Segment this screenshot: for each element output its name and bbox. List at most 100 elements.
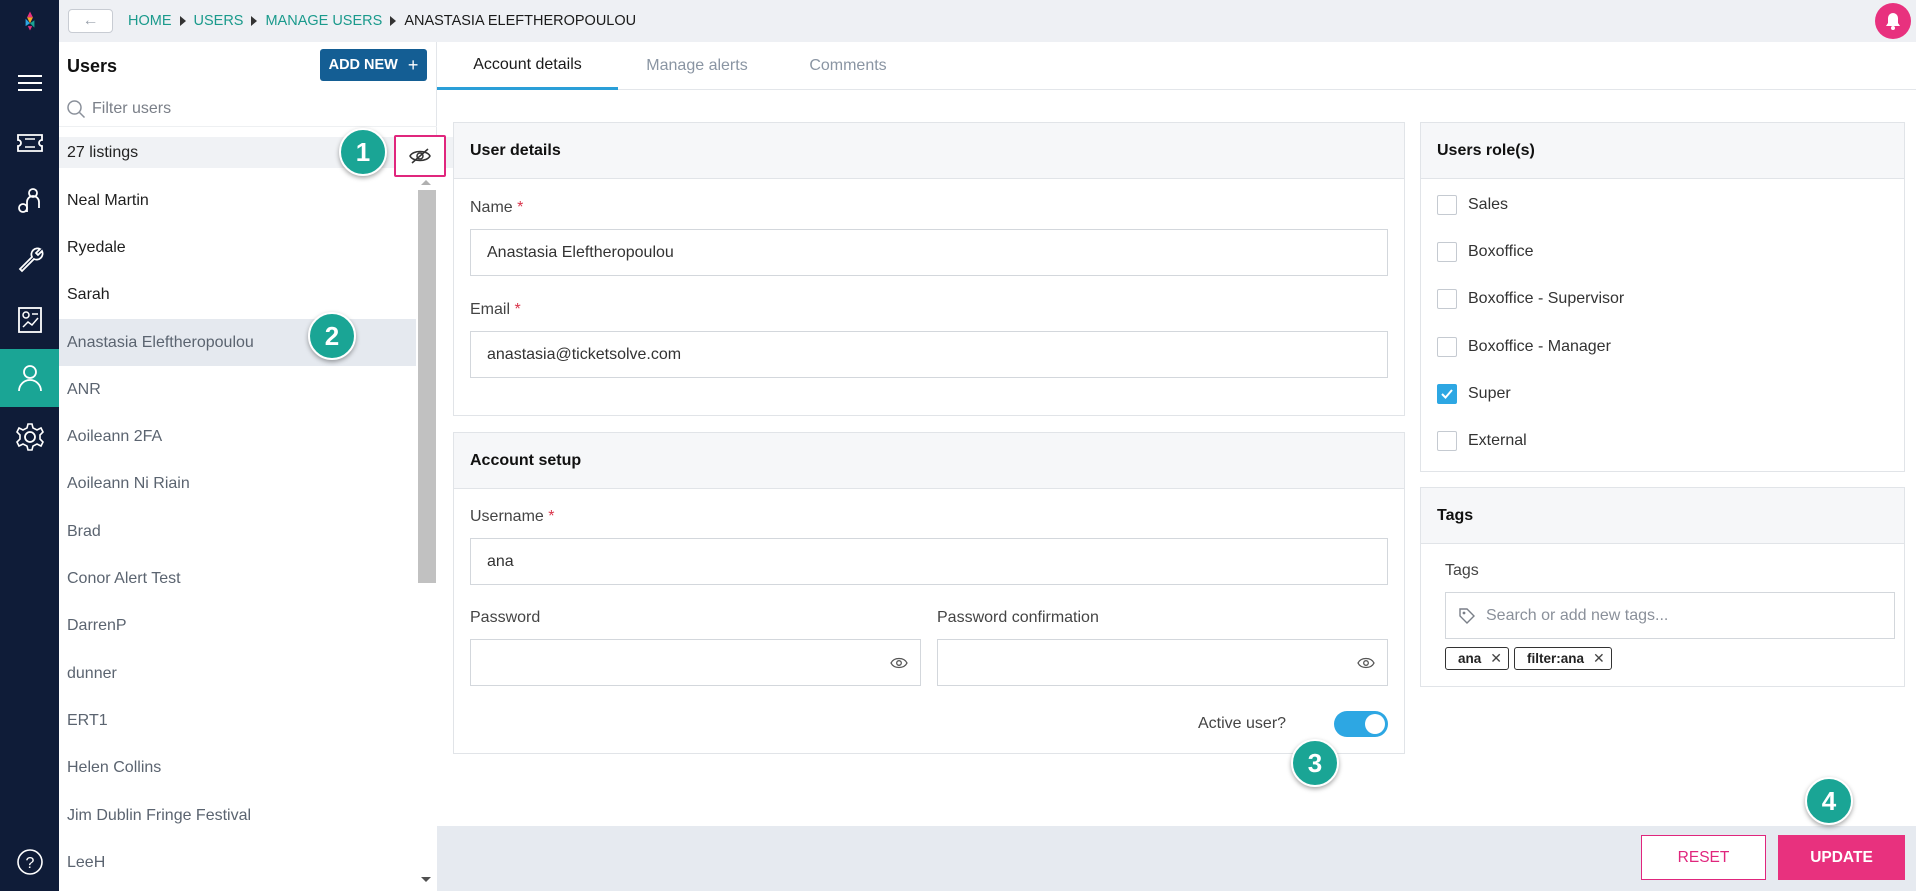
role-boxoffice[interactable]: Boxoffice (1437, 242, 1534, 262)
users-panel: Users ADD NEW + 27 listings Neal Martin … (59, 42, 474, 891)
tab-comments[interactable]: Comments (776, 42, 920, 90)
user-list-item[interactable]: ANR (59, 366, 416, 413)
back-button[interactable]: ← (68, 9, 113, 33)
user-list-item[interactable]: DarrenP (59, 603, 416, 650)
scrollbar-thumb[interactable] (418, 190, 436, 583)
step-marker-4: 4 (1805, 777, 1853, 825)
add-new-button[interactable]: ADD NEW + (320, 49, 427, 81)
email-label: Email * (470, 301, 521, 318)
tags-field-label: Tags (1445, 562, 1479, 579)
account-setup-card: Account setup Username * ana Password Pa… (453, 432, 1405, 754)
user-list-item[interactable]: ERT1 (59, 697, 416, 744)
filter-bar (59, 92, 437, 127)
chevron-right-icon (251, 16, 258, 26)
active-user-toggle[interactable] (1334, 711, 1388, 737)
step-marker-3: 3 (1291, 739, 1339, 787)
tags-search-input[interactable]: Search or add new tags... (1445, 592, 1895, 639)
notifications-button[interactable] (1875, 3, 1911, 39)
breadcrumb-manage-users[interactable]: MANAGE USERS (265, 13, 382, 29)
role-sales[interactable]: Sales (1437, 195, 1508, 215)
user-list-item[interactable]: Brad (59, 508, 416, 555)
password-field[interactable] (470, 639, 921, 686)
eye-icon[interactable] (1357, 656, 1375, 670)
email-field[interactable]: anastasia@ticketsolve.com (470, 331, 1388, 378)
user-list: Neal Martin Ryedale Sarah Anastasia Elef… (59, 177, 416, 891)
role-super[interactable]: Super (1437, 384, 1511, 404)
scroll-up-icon[interactable] (421, 180, 431, 185)
remove-tag-icon[interactable]: ✕ (1593, 650, 1605, 667)
user-roles-card: Users role(s) Sales Boxoffice Boxoffice … (1420, 122, 1905, 472)
settings-icon[interactable] (0, 408, 59, 466)
scroll-down-icon[interactable] (421, 877, 431, 882)
checkbox[interactable] (1437, 242, 1457, 262)
tag-chip-filter-ana: filter:ana ✕ (1514, 647, 1612, 670)
breadcrumb: HOME USERS MANAGE USERS ANASTASIA ELEFTH… (128, 13, 636, 29)
role-boxoffice-manager[interactable]: Boxoffice - Manager (1437, 337, 1611, 357)
user-list-item[interactable]: Aoileann Ni Riain (59, 461, 416, 508)
checkbox[interactable] (1437, 337, 1457, 357)
reset-button[interactable]: RESET (1641, 835, 1766, 880)
top-bar: ← HOME USERS MANAGE USERS ANASTASIA ELEF… (59, 0, 1916, 42)
checkbox-checked[interactable] (1437, 384, 1457, 404)
tab-manage-alerts[interactable]: Manage alerts (618, 42, 776, 90)
chevron-right-icon (179, 16, 186, 26)
eye-icon[interactable] (890, 656, 908, 670)
breadcrumb-current: ANASTASIA ELEFTHEROPOULOU (404, 13, 637, 29)
role-boxoffice-supervisor[interactable]: Boxoffice - Supervisor (1437, 289, 1624, 309)
user-list-item[interactable]: LeeH (59, 839, 416, 886)
tab-account-details[interactable]: Account details (437, 42, 618, 90)
name-field[interactable]: Anastasia Eleftheropoulou (470, 229, 1388, 276)
user-list-item[interactable]: Neal Martin (59, 177, 416, 224)
plus-icon: + (407, 54, 419, 75)
user-list-item[interactable]: Jim Dublin Fringe Festival (59, 792, 416, 839)
role-external[interactable]: External (1437, 431, 1527, 451)
step-marker-1: 1 (339, 128, 387, 176)
user-icon[interactable] (0, 349, 59, 407)
svg-text:?: ? (25, 855, 34, 872)
menu-icon[interactable] (0, 54, 59, 112)
filter-users-input[interactable] (92, 100, 392, 118)
step-marker-2: 2 (308, 312, 356, 360)
reports-icon[interactable] (0, 291, 59, 349)
user-list-item[interactable]: dunner (59, 650, 416, 697)
username-field[interactable]: ana (470, 538, 1388, 585)
checkbox[interactable] (1437, 195, 1457, 215)
ticket-icon[interactable] (0, 114, 59, 172)
user-list-item-selected[interactable]: Anastasia Eleftheropoulou (59, 318, 416, 367)
tag-icon (1459, 608, 1475, 624)
breadcrumb-users[interactable]: USERS (194, 13, 244, 29)
listing-count: 27 listings (67, 144, 139, 161)
customers-icon[interactable] (0, 172, 59, 230)
active-user-label: Active user? (1198, 715, 1287, 732)
username-label: Username * (470, 508, 555, 525)
search-icon (67, 100, 86, 119)
bell-icon (1886, 13, 1900, 30)
tag-chip-ana: ana ✕ (1445, 647, 1509, 670)
checkbox[interactable] (1437, 431, 1457, 451)
password-confirmation-field[interactable] (937, 639, 1388, 686)
user-list-item[interactable]: Sarah (59, 272, 416, 319)
logo-icon[interactable] (0, 0, 59, 42)
help-icon[interactable]: ? (0, 833, 59, 891)
eye-off-icon (409, 148, 431, 164)
chevron-right-icon (390, 16, 397, 26)
user-list-item[interactable]: Aoileann 2FA (59, 413, 416, 460)
tags-title: Tags (1421, 488, 1904, 544)
users-title: Users (67, 56, 118, 76)
user-list-item[interactable]: Helen Collins (59, 745, 416, 792)
arrow-left-icon: ← (82, 12, 99, 29)
name-label: Name * (470, 199, 524, 216)
breadcrumb-home[interactable]: HOME (128, 13, 172, 29)
add-new-label: ADD NEW (328, 57, 398, 73)
remove-tag-icon[interactable]: ✕ (1490, 650, 1502, 667)
tools-icon[interactable] (0, 230, 59, 288)
toggle-knob (1365, 714, 1385, 734)
hide-list-toggle[interactable] (394, 135, 446, 177)
user-list-item[interactable]: Conor Alert Test (59, 555, 416, 602)
user-details-card: User details Name * Anastasia Eleftherop… (453, 122, 1405, 416)
user-list-item[interactable]: Ryedale (59, 224, 416, 271)
account-setup-title: Account setup (454, 433, 1404, 489)
user-roles-title: Users role(s) (1421, 123, 1904, 179)
update-button[interactable]: UPDATE (1778, 835, 1905, 880)
checkbox[interactable] (1437, 289, 1457, 309)
